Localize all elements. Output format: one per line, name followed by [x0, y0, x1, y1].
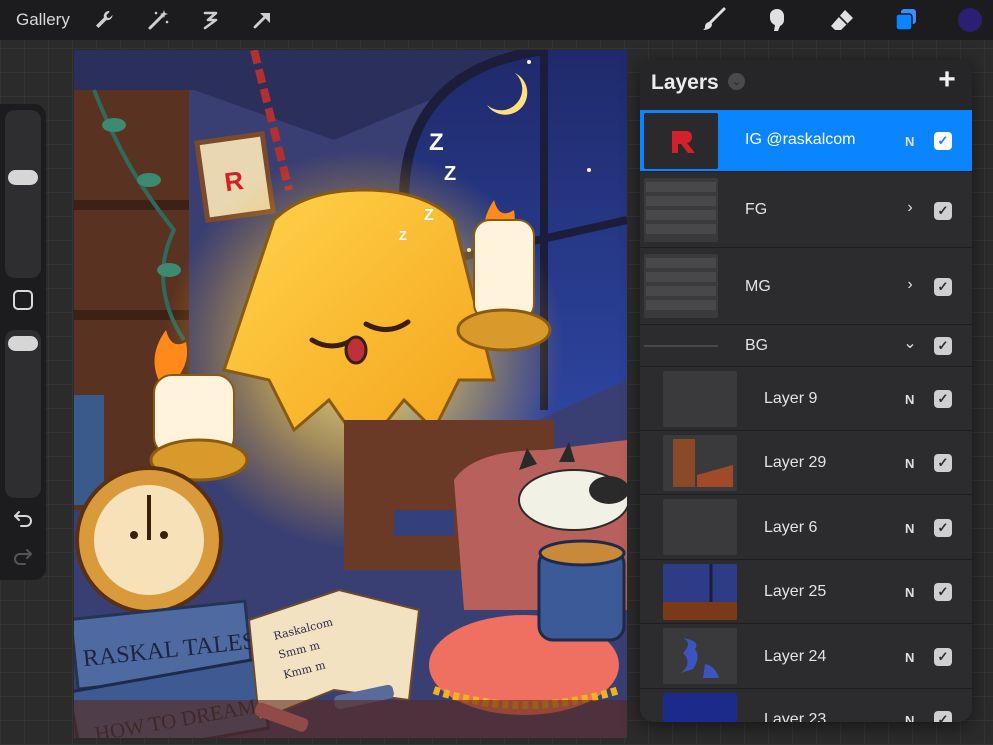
layers-options-icon[interactable]: ⌄ [728, 73, 745, 90]
leaf [157, 263, 181, 277]
layer-thumbnail [644, 113, 718, 169]
blend-mode-button[interactable]: N [905, 392, 914, 407]
star [587, 168, 591, 172]
layers-panel: Layers ⌄ + IG @raskalcom N ✓ FG › ✓ MG ›… [640, 60, 972, 722]
visibility-checkbox[interactable]: ✓ [934, 583, 952, 601]
layer-group-fg[interactable]: FG › ✓ [640, 172, 972, 248]
panel-title: Layers [651, 71, 719, 94]
magic-wand-icon[interactable] [144, 6, 172, 34]
layer-thumbnail [663, 628, 737, 684]
gallery-button[interactable]: Gallery [16, 10, 70, 30]
candle-holder [456, 308, 552, 352]
layer-thumbnail [663, 371, 737, 427]
visibility-checkbox[interactable]: ✓ [934, 519, 952, 537]
blend-mode-button[interactable]: N [905, 650, 914, 665]
layer-thumbnail [663, 499, 737, 555]
layer-name: Layer 9 [764, 390, 818, 407]
redo-icon[interactable] [11, 544, 35, 568]
clock-eye [130, 531, 138, 539]
layer-name: Layer 6 [764, 519, 818, 536]
sleep-z: Z [429, 129, 444, 156]
visibility-checkbox[interactable]: ✓ [934, 278, 952, 296]
visibility-checkbox[interactable]: ✓ [934, 202, 952, 220]
sleep-z: Z [399, 228, 407, 243]
opacity-slider[interactable] [5, 330, 41, 498]
group-thumbnail [644, 254, 718, 318]
layer-row[interactable]: Layer 9 N ✓ [640, 367, 972, 431]
layer-name: Layer 24 [764, 648, 827, 665]
floor [74, 700, 627, 738]
layer-name: Layer 29 [764, 454, 827, 471]
layer-group-mg[interactable]: MG › ✓ [640, 248, 972, 325]
blend-mode-button[interactable]: N [905, 521, 914, 536]
shelf-plank [74, 200, 189, 210]
leaf [102, 118, 126, 132]
visibility-checkbox[interactable]: ✓ [934, 132, 952, 150]
visibility-checkbox[interactable]: ✓ [934, 648, 952, 666]
layer-name: FG [745, 201, 768, 218]
selection-icon[interactable] [196, 6, 224, 34]
mug-coffee [538, 539, 626, 567]
add-layer-button[interactable]: + [934, 65, 960, 95]
drawer [394, 510, 454, 536]
modify-button[interactable] [13, 290, 33, 310]
visibility-checkbox[interactable]: ✓ [934, 454, 952, 472]
leaf [137, 173, 161, 187]
star [527, 60, 531, 64]
brush-icon[interactable] [700, 6, 728, 34]
transform-arrow-icon[interactable] [248, 6, 276, 34]
wrench-icon[interactable] [90, 6, 118, 34]
blend-mode-button[interactable]: N [905, 713, 914, 722]
brush-size-handle[interactable] [8, 170, 38, 185]
left-sidebar [0, 104, 46, 580]
chevron-down-icon[interactable]: ⌄ [903, 333, 917, 353]
blend-mode-button[interactable]: N [905, 134, 914, 149]
layer-row[interactable]: Layer 23 N ✓ [640, 689, 972, 722]
candle-right [473, 219, 535, 321]
sleep-z: Z [444, 163, 456, 185]
drawing-canvas[interactable]: R Z Z Z Z RASKAL TALES Raskalcom Smm m K… [74, 50, 627, 738]
group-collapsed-bar [644, 345, 718, 347]
layer-row-ig-raskalcom[interactable]: IG @raskalcom N ✓ [640, 110, 972, 172]
layer-thumbnail [663, 564, 737, 620]
layer-name: Layer 25 [764, 583, 827, 600]
layer-name: BG [745, 337, 769, 354]
visibility-checkbox[interactable]: ✓ [934, 337, 952, 355]
layer-name: IG @raskalcom [745, 131, 856, 148]
blend-mode-button[interactable]: N [905, 456, 914, 471]
layer-row[interactable]: Layer 29 N ✓ [640, 431, 972, 495]
top-toolbar: Gallery [0, 0, 993, 40]
layer-name: MG [745, 278, 771, 295]
layer-group-bg[interactable]: BG ⌄ ✓ [640, 325, 972, 367]
visibility-checkbox[interactable]: ✓ [934, 390, 952, 408]
layer-thumbnail [663, 693, 737, 722]
brush-size-slider[interactable] [5, 110, 41, 278]
eraser-icon[interactable] [828, 6, 856, 34]
opacity-handle[interactable] [8, 336, 38, 351]
layer-row[interactable]: Layer 24 N ✓ [640, 624, 972, 689]
lamp-mouth [344, 335, 368, 365]
visibility-checkbox[interactable]: ✓ [934, 711, 952, 722]
layer-row[interactable]: Layer 25 N ✓ [640, 560, 972, 624]
blend-mode-button[interactable]: N [905, 585, 914, 600]
sleep-z: Z [424, 207, 434, 224]
layer-name: Layer 23 [764, 711, 827, 722]
r-logo-icon [672, 131, 695, 153]
smudge-icon[interactable] [763, 6, 791, 34]
layer-thumbnail [663, 435, 737, 491]
layers-icon[interactable] [892, 6, 920, 34]
group-thumbnail [644, 178, 718, 242]
layer-row[interactable]: Layer 6 N ✓ [640, 495, 972, 560]
chevron-right-icon[interactable]: › [903, 276, 917, 294]
chevron-right-icon[interactable]: › [903, 199, 917, 217]
undo-icon[interactable] [11, 506, 35, 530]
clock-eye [160, 531, 168, 539]
color-swatch[interactable] [956, 6, 984, 34]
